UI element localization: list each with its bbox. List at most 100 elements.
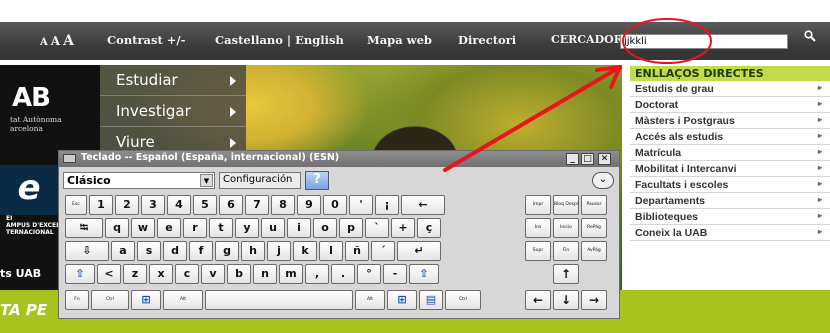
configuration-button[interactable]: Configuración — [219, 172, 301, 189]
key-r4-4[interactable]: c — [175, 264, 199, 284]
key-enter[interactable]: ↵ — [397, 241, 441, 261]
key-caps-lock[interactable]: ⇩ — [65, 241, 109, 261]
key-arrow-up[interactable]: ↑ — [553, 264, 579, 284]
key-r2-6[interactable]: y — [235, 218, 259, 238]
key-r3-2[interactable]: s — [137, 241, 161, 261]
key-r1-6[interactable]: 6 — [219, 195, 243, 215]
key-r1-12[interactable]: ¡ — [375, 195, 399, 215]
keyboard-layout-select[interactable]: Clásico ▼ — [63, 172, 215, 189]
key-r4-5[interactable]: v — [201, 264, 225, 284]
link-estudis-de-grau[interactable]: Estudis de grau ▸ — [630, 81, 830, 97]
key-win-right[interactable]: ⊞ — [387, 290, 417, 310]
key-r1-3[interactable]: 3 — [141, 195, 165, 215]
key-r2-9[interactable]: o — [313, 218, 337, 238]
link-departaments[interactable]: Departaments ▸ — [630, 193, 830, 209]
key-r1-8[interactable]: 8 — [271, 195, 295, 215]
key-fn[interactable]: Fn — [65, 290, 89, 310]
key-shift-left[interactable]: ⇧ — [65, 264, 95, 284]
key-menu[interactable]: ▤ — [419, 290, 443, 310]
key-r2-10[interactable]: p — [339, 218, 363, 238]
key-arrow-right[interactable]: → — [581, 290, 607, 310]
minimize-button[interactable]: _ — [566, 153, 579, 165]
key-nav-ins[interactable]: Ins — [525, 218, 551, 238]
key-nav-pausar[interactable]: Pausar — [581, 195, 607, 215]
language-links[interactable]: Castellano | English — [215, 33, 344, 47]
link-coneix-uab[interactable]: Coneix la UAB ▸ — [630, 225, 830, 241]
collapse-button[interactable]: ⌄ — [592, 172, 614, 189]
key-r2-12[interactable]: + — [391, 218, 415, 238]
link-masters-postgraus[interactable]: Màsters i Postgraus ▸ — [630, 113, 830, 129]
key-r3-7[interactable]: j — [267, 241, 291, 261]
key-r3-1[interactable]: a — [111, 241, 135, 261]
close-button[interactable]: ✕ — [598, 153, 611, 165]
help-button[interactable]: ? — [305, 171, 329, 190]
link-mobilitat[interactable]: Mobilitat i Intercanvi ▸ — [630, 161, 830, 177]
key-r3-3[interactable]: d — [163, 241, 187, 261]
link-matricula[interactable]: Matrícula ▸ — [630, 145, 830, 161]
key-r1-10[interactable]: 0 — [323, 195, 347, 215]
key-r2-5[interactable]: t — [209, 218, 233, 238]
key-r2-3[interactable]: e — [157, 218, 181, 238]
key-r4-9[interactable]: , — [305, 264, 329, 284]
key-r2-7[interactable]: u — [261, 218, 285, 238]
link-biblioteques[interactable]: Biblioteques ▸ — [630, 209, 830, 225]
key-r3-6[interactable]: h — [241, 241, 265, 261]
search-button[interactable] — [795, 30, 825, 52]
key-r1-7[interactable]: 7 — [245, 195, 269, 215]
directory-link[interactable]: Directori — [458, 33, 516, 47]
key-nav-repág[interactable]: RePág — [581, 218, 607, 238]
key-r4-3[interactable]: x — [149, 264, 173, 284]
contrast-link[interactable]: Contrast +/- — [107, 33, 185, 47]
key-r4-8[interactable]: m — [279, 264, 303, 284]
key-r3-10[interactable]: ñ — [345, 241, 369, 261]
key-arrow-down[interactable]: ↓ — [553, 290, 579, 310]
text-size-medium[interactable]: A — [51, 34, 60, 48]
key-nav-avpág[interactable]: AvPág — [581, 241, 607, 261]
key-shift-right[interactable]: ⇧ — [409, 264, 439, 284]
key-space[interactable] — [205, 290, 353, 310]
key-r4-7[interactable]: n — [253, 264, 277, 284]
hero-menu-investigar[interactable]: Investigar — [100, 96, 246, 127]
link-doctorat[interactable]: Doctorat ▸ — [630, 97, 830, 113]
key-alt-left[interactable]: Alt — [163, 290, 203, 310]
key-nav-fin[interactable]: Fin — [553, 241, 579, 261]
text-size-controls[interactable]: AAA — [40, 33, 77, 49]
key-r2-1[interactable]: q — [105, 218, 129, 238]
key-arrow-left[interactable]: ← — [525, 290, 551, 310]
link-facultats[interactable]: Facultats i escoles ▸ — [630, 177, 830, 193]
key-r3-8[interactable]: k — [293, 241, 317, 261]
hero-menu-estudiar[interactable]: Estudiar — [100, 65, 246, 96]
key-nav-bloq-despl[interactable]: Bloq Despl — [553, 195, 579, 215]
key-nav-impr[interactable]: Impr — [525, 195, 551, 215]
key-win-left[interactable]: ⊞ — [131, 290, 161, 310]
key-r1-11[interactable]: ' — [349, 195, 373, 215]
key-r1-4[interactable]: 4 — [167, 195, 191, 215]
text-size-small[interactable]: A — [40, 37, 48, 48]
key-r4-11[interactable]: ° — [357, 264, 381, 284]
text-size-large[interactable]: A — [63, 33, 74, 49]
key-nav-supr[interactable]: Supr — [525, 241, 551, 261]
key-r4-6[interactable]: b — [227, 264, 251, 284]
site-map-link[interactable]: Mapa web — [367, 33, 432, 47]
key-r2-13[interactable]: ç — [417, 218, 441, 238]
key-r4-2[interactable]: z — [123, 264, 147, 284]
key-tab[interactable]: ⭾ — [65, 218, 103, 238]
key-r4-1[interactable]: < — [97, 264, 121, 284]
key-r2-8[interactable]: i — [287, 218, 311, 238]
key-r1-5[interactable]: 5 — [193, 195, 217, 215]
key-r3-4[interactable]: f — [189, 241, 213, 261]
key-alt-right[interactable]: Alt — [355, 290, 385, 310]
key-r4-12[interactable]: - — [383, 264, 407, 284]
link-acces-estudis[interactable]: Accés als estudis ▸ — [630, 129, 830, 145]
key-r1-1[interactable]: 1 — [89, 195, 113, 215]
key-r2-11[interactable]: ` — [365, 218, 389, 238]
key-r2-4[interactable]: r — [183, 218, 207, 238]
key-r3-9[interactable]: l — [319, 241, 343, 261]
maximize-button[interactable]: □ — [581, 153, 594, 165]
key-r4-10[interactable]: . — [331, 264, 355, 284]
key-ctrl-left[interactable]: Ctrl — [91, 290, 129, 310]
fets-uab-link[interactable]: ts UAB — [0, 267, 41, 280]
key-nav-inicio[interactable]: Inicio — [553, 218, 579, 238]
key-backspace[interactable]: ← — [401, 195, 445, 215]
key-ctrl-right[interactable]: Ctrl — [445, 290, 481, 310]
